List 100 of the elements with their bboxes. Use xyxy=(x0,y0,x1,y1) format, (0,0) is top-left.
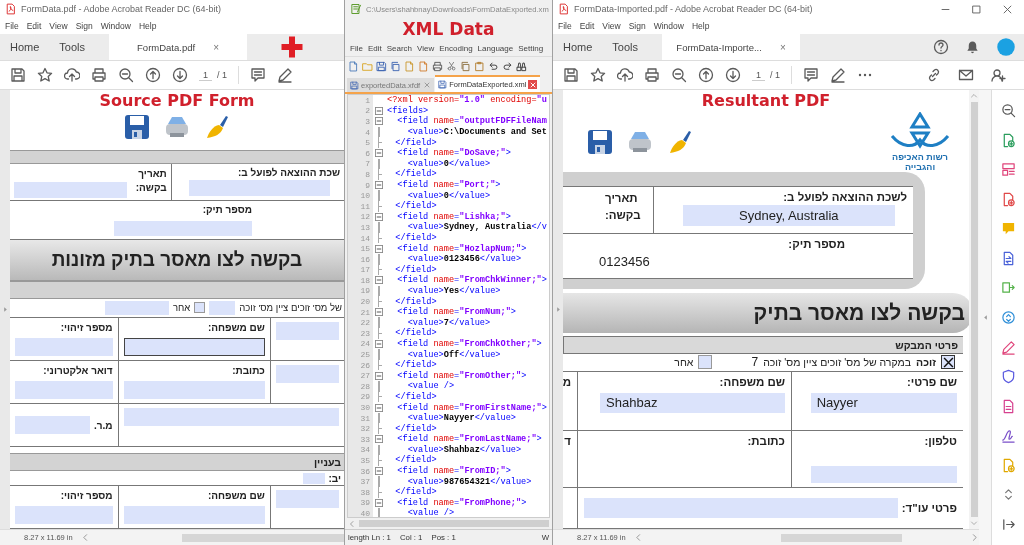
comment-icon[interactable] xyxy=(803,67,820,83)
input-field[interactable] xyxy=(15,338,113,357)
menu-item[interactable]: Language xyxy=(477,43,514,53)
input-field[interactable] xyxy=(123,381,265,400)
fold-icon[interactable] xyxy=(375,308,383,317)
brush-icon[interactable] xyxy=(204,113,230,140)
fold-icon[interactable] xyxy=(375,339,383,348)
menu-item[interactable]: Sign xyxy=(75,21,93,31)
file-icon[interactable] xyxy=(404,60,415,72)
input-field[interactable] xyxy=(105,300,169,315)
fold-icon[interactable] xyxy=(375,244,383,253)
scrollbar[interactable] xyxy=(181,533,344,542)
scrollbar[interactable] xyxy=(970,102,978,517)
menu-item[interactable]: File xyxy=(350,43,363,53)
chevron-left-icon[interactable] xyxy=(80,533,90,542)
upload-icon[interactable] xyxy=(64,67,80,83)
brush-icon[interactable] xyxy=(667,129,693,155)
input-field[interactable] xyxy=(275,322,339,341)
pen-icon[interactable] xyxy=(277,67,294,83)
binoculars-icon[interactable] xyxy=(516,60,527,72)
redo-icon[interactable] xyxy=(502,60,513,72)
menu-item[interactable]: Edit xyxy=(26,21,42,31)
input-field[interactable]: Sydney, Australia xyxy=(682,205,895,226)
file-icon[interactable] xyxy=(418,60,429,72)
checkbox[interactable] xyxy=(698,355,713,370)
zoom-icon[interactable] xyxy=(118,67,134,83)
scissors-icon[interactable] xyxy=(446,60,457,72)
compress-icon[interactable] xyxy=(1000,310,1016,325)
menu-item[interactable]: Window xyxy=(100,21,131,31)
input-field[interactable] xyxy=(810,466,957,483)
tab[interactable]: Home xyxy=(0,34,50,60)
add-user-icon[interactable] xyxy=(990,67,1006,83)
fold-icon[interactable] xyxy=(375,467,383,476)
arrow-down-icon[interactable] xyxy=(172,67,188,83)
chevron-right-icon[interactable] xyxy=(970,533,979,542)
close-tab-button[interactable]: × xyxy=(213,41,219,53)
print-icon[interactable] xyxy=(432,60,443,72)
code-editor[interactable] xyxy=(347,94,550,518)
menu-item[interactable]: Encoding xyxy=(439,43,473,53)
shield-icon[interactable] xyxy=(1000,369,1016,385)
arrow-up-icon[interactable] xyxy=(145,67,161,83)
close-tab-button[interactable]: × xyxy=(779,41,786,53)
input-field[interactable]: 0123456 xyxy=(599,254,650,269)
copy-icon[interactable] xyxy=(390,60,401,72)
input-field[interactable]: Nayyer xyxy=(810,393,957,413)
input-field[interactable] xyxy=(188,179,330,196)
print-icon[interactable] xyxy=(644,67,660,83)
help-icon[interactable] xyxy=(933,39,949,55)
fold-icon[interactable] xyxy=(375,276,383,285)
input-field[interactable] xyxy=(15,506,113,524)
input-field[interactable]: 7 xyxy=(751,355,759,370)
menu-item[interactable]: View xyxy=(417,43,435,53)
fold-icon[interactable] xyxy=(375,403,383,412)
scrollbar[interactable] xyxy=(780,533,902,542)
close-tab-button[interactable] xyxy=(528,80,538,89)
fold-icon[interactable] xyxy=(375,371,383,380)
menu-item[interactable]: Window xyxy=(653,21,684,31)
tab[interactable]: FormData.pdf × xyxy=(109,34,248,60)
tab[interactable]: Tools xyxy=(49,34,96,60)
menu-item[interactable]: File xyxy=(5,21,19,31)
menu-item[interactable]: Help xyxy=(691,21,710,31)
chevron-left-icon[interactable] xyxy=(633,533,643,542)
file-icon[interactable] xyxy=(348,60,359,72)
close-icon[interactable] xyxy=(1002,3,1013,15)
fold-icon[interactable] xyxy=(375,106,383,115)
checkbox[interactable] xyxy=(194,302,206,314)
save-icon[interactable] xyxy=(376,60,387,72)
tab[interactable]: Home xyxy=(553,34,603,60)
menu-item[interactable]: Search xyxy=(386,43,413,53)
input-field[interactable] xyxy=(303,472,326,484)
arrow-down-icon[interactable] xyxy=(725,67,741,83)
menu-item[interactable]: View xyxy=(49,21,68,31)
bell-icon[interactable] xyxy=(965,39,980,55)
fold-icon[interactable] xyxy=(375,435,383,444)
layout-icon[interactable] xyxy=(1000,162,1016,178)
pen-icon[interactable] xyxy=(1000,339,1016,355)
pen-icon[interactable] xyxy=(830,67,847,83)
input-field[interactable]: Shahbaz xyxy=(600,393,785,413)
input-field[interactable] xyxy=(275,490,339,508)
mail-icon[interactable] xyxy=(958,67,974,83)
menu-item[interactable]: Edit xyxy=(579,21,595,31)
menu-item[interactable]: File xyxy=(558,21,572,31)
file-export-icon[interactable] xyxy=(1000,280,1016,296)
page-number-field[interactable]: 1 xyxy=(199,69,212,81)
input-field[interactable] xyxy=(15,416,90,435)
maximize-icon[interactable] xyxy=(971,3,982,15)
fold-icon[interactable] xyxy=(375,498,383,507)
input-field[interactable] xyxy=(123,338,265,357)
star-icon[interactable] xyxy=(590,67,606,83)
menu-item[interactable]: Sign xyxy=(628,21,646,31)
zoom-icon[interactable] xyxy=(671,67,687,83)
fold-icon[interactable] xyxy=(375,181,383,190)
page-number-field[interactable]: 1 xyxy=(752,69,765,81)
input-field[interactable] xyxy=(113,220,252,236)
paste-icon[interactable] xyxy=(474,60,485,72)
fold-icon[interactable] xyxy=(375,149,383,158)
copy-icon[interactable] xyxy=(460,60,471,72)
star-icon[interactable] xyxy=(37,67,53,83)
avatar-icon[interactable] xyxy=(996,37,1016,57)
input-field[interactable] xyxy=(123,408,339,427)
